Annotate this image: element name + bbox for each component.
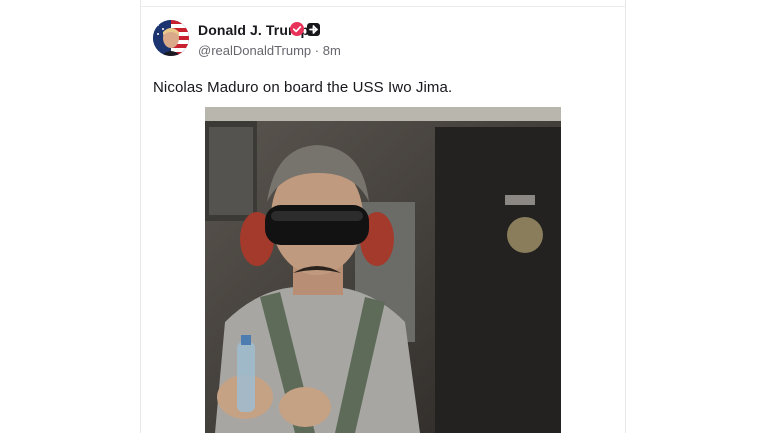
author-handle[interactable]: @realDonaldTrump (198, 43, 311, 58)
photo-image (205, 107, 561, 433)
verified-icon (290, 22, 304, 36)
post-card: Donald J. Trump @realDonaldTrump · 8m Ni… (140, 0, 626, 433)
plus-badge-icon (307, 23, 320, 36)
post-text: Nicolas Maduro on board the USS Iwo Jima… (153, 79, 453, 96)
author-avatar[interactable] (153, 20, 189, 56)
post-time[interactable]: 8m (323, 43, 341, 58)
avatar-image (153, 20, 189, 56)
handle-line: @realDonaldTrump · 8m (198, 43, 341, 58)
divider (141, 6, 625, 7)
separator: · (314, 43, 320, 58)
post-media-photo[interactable] (205, 107, 561, 433)
